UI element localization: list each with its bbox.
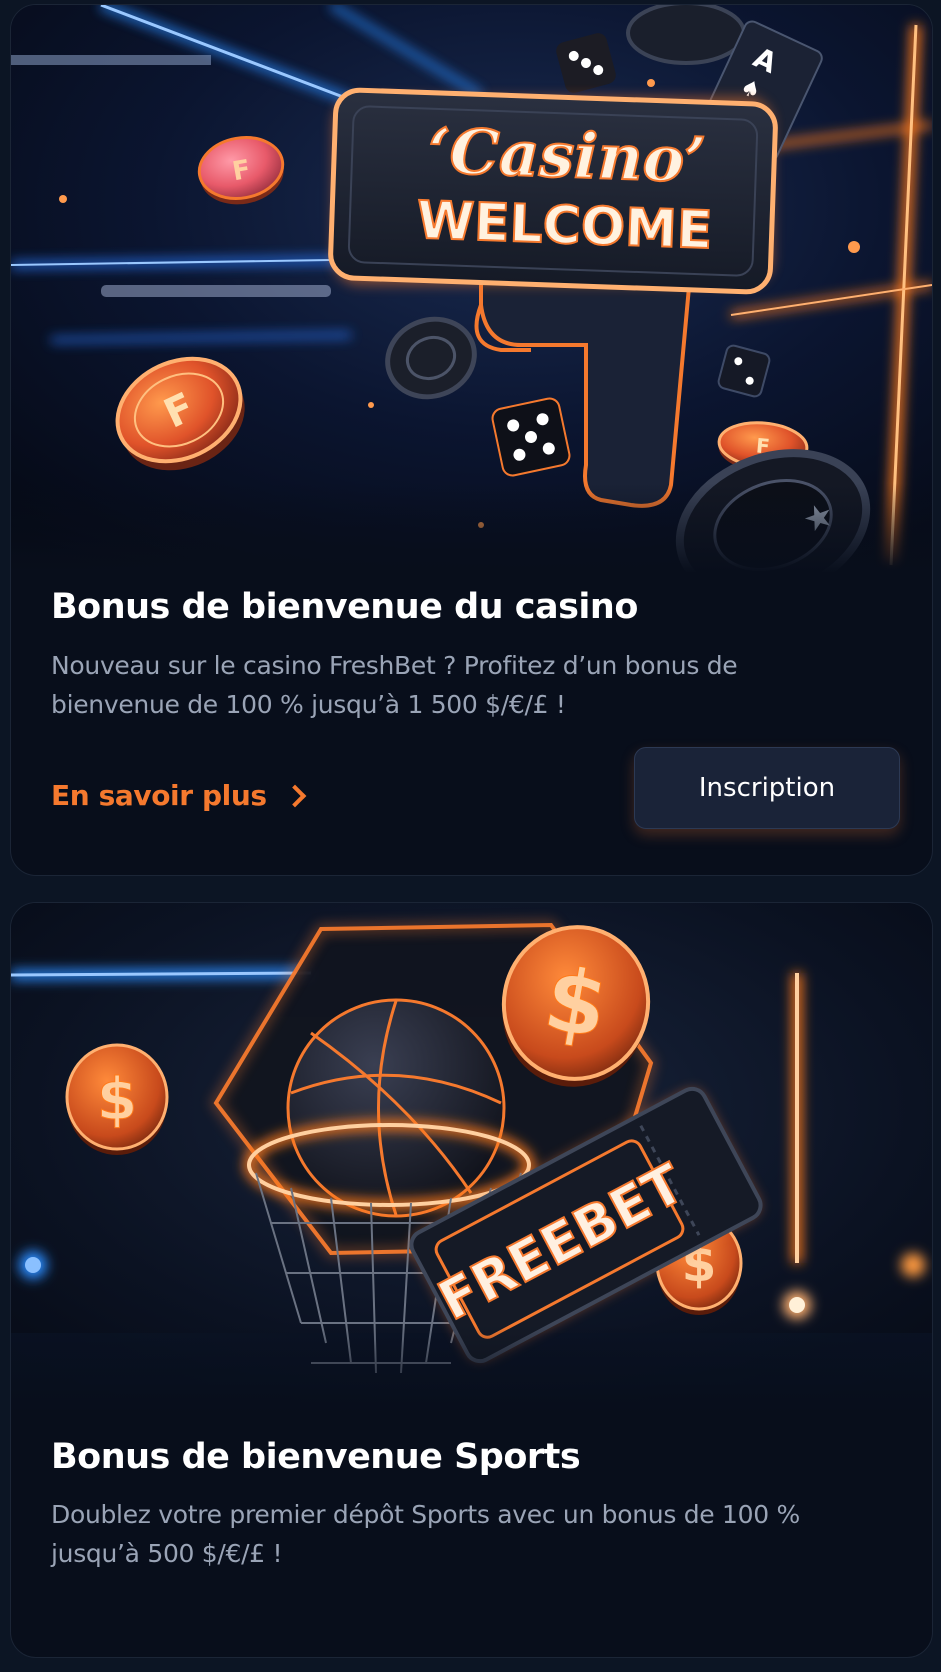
casino-welcome-promo-card[interactable]: A ♠ F F F ‘Casino’ WELCOME Bonus de bien… — [10, 4, 933, 876]
casino-bonus-title: Bonus de bienvenue du casino — [51, 587, 638, 627]
signup-button[interactable]: Inscription — [634, 747, 900, 829]
learn-more-link[interactable]: En savoir plus — [51, 779, 306, 812]
learn-more-label: En savoir plus — [51, 779, 267, 812]
casino-welcome-banner: A ♠ F F F ‘Casino’ WELCOME — [11, 5, 932, 573]
sports-bonus-title: Bonus de bienvenue Sports — [51, 1437, 581, 1477]
sign-line-2: WELCOME — [416, 191, 714, 261]
promotions-page: A ♠ F F F ‘Casino’ WELCOME Bonus de bien… — [0, 0, 941, 1672]
casino-bonus-description: Nouveau sur le casino FreshBet ? Profite… — [51, 651, 738, 719]
sports-welcome-banner: $ $ $ FREEBET — [11, 903, 932, 1415]
chevron-right-icon — [283, 784, 306, 807]
sign-line-1: ‘Casino’ — [427, 114, 707, 197]
coin-symbol: $ — [97, 1065, 137, 1133]
sports-welcome-promo-card[interactable]: $ $ $ FREEBET Bonus de bienvenue Sports … — [10, 902, 933, 1658]
sports-bonus-description: Doublez votre premier dépôt Sports avec … — [51, 1500, 800, 1568]
